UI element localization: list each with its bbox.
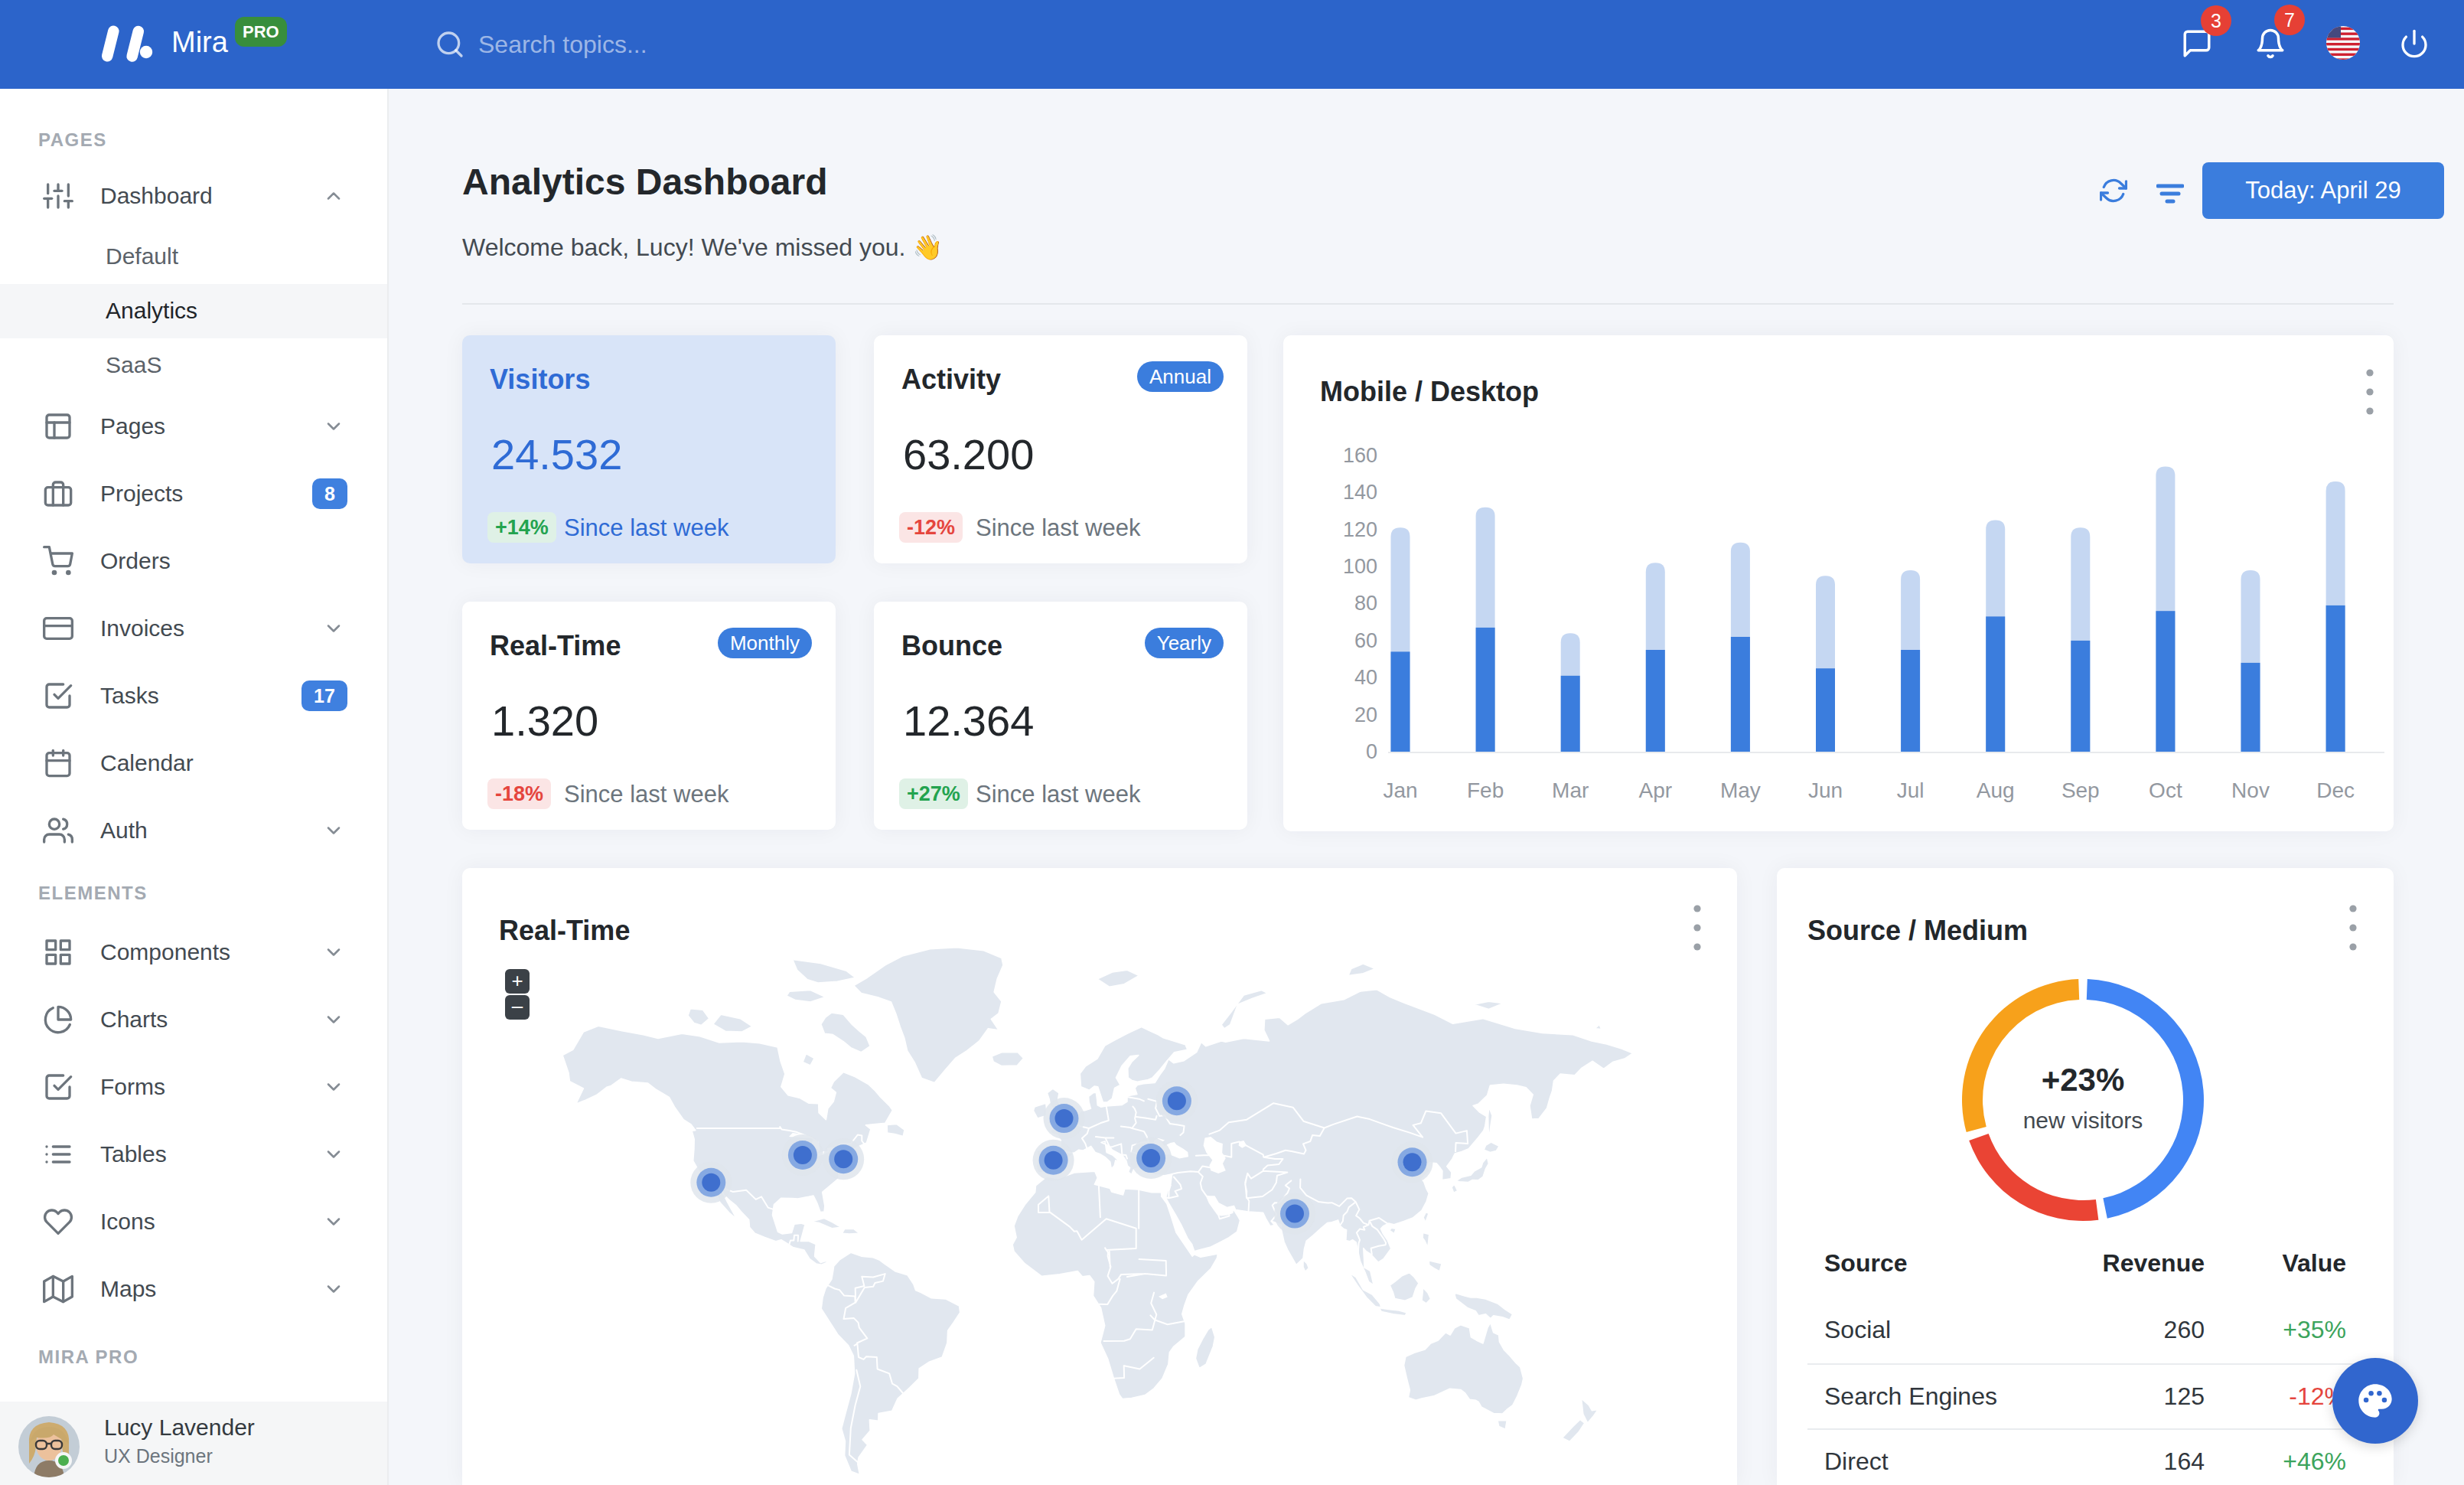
bar-chart: 0 20 40 60 80 100 120 140 160 Jan Feb Mar Apr May Jun J…	[1283, 335, 2394, 831]
icon-Projects	[43, 478, 73, 509]
icon-Maps	[43, 1274, 73, 1304]
nav-Icons[interactable]: Icons	[100, 1205, 155, 1239]
icon-palette	[2355, 1381, 2395, 1421]
icon-search	[435, 29, 465, 60]
svg-text:Sep: Sep	[2061, 778, 2100, 802]
icon-chevron-down	[323, 820, 344, 841]
svg-text:Apr: Apr	[1639, 778, 1673, 802]
card-Real-Time: Real-TimeMonthly1.320-18%Since last week	[462, 602, 836, 830]
map-zoom-out[interactable]: –	[505, 995, 530, 1020]
nav-Forms[interactable]: Forms	[100, 1070, 165, 1104]
icon-Calendar	[43, 748, 73, 778]
pill-Yearly: Yearly	[1145, 628, 1224, 658]
map-zoom-in[interactable]: +	[505, 969, 530, 994]
icon-chevron-down	[323, 1144, 344, 1165]
icon-chevron-down	[323, 1009, 344, 1030]
nav-SaaS[interactable]: SaaS	[106, 348, 161, 382]
svg-text:Jun: Jun	[1808, 778, 1843, 802]
icon-Tasks	[43, 680, 73, 711]
card-Bounce: BounceYearly12.364+27%Since last week	[874, 602, 1247, 830]
icon-Invoices	[43, 613, 73, 644]
icon-chevron-down	[323, 1076, 344, 1098]
sidebar: PAGESDashboardDefaultAnalyticsSaaSPagesP…	[0, 89, 389, 1485]
svg-text:100: 100	[1343, 555, 1377, 578]
svg-text:Feb: Feb	[1467, 778, 1504, 802]
nav-Pages[interactable]: Pages	[100, 410, 165, 443]
icon-chevron-down	[323, 1278, 344, 1300]
svg-text:Oct: Oct	[2149, 778, 2182, 802]
nav-Projects[interactable]: Projects	[100, 477, 183, 511]
logo	[100, 24, 154, 64]
icon-chevron-down	[323, 1211, 344, 1232]
svg-text:0: 0	[1366, 740, 1377, 763]
badge-Projects: 8	[312, 478, 347, 509]
pro-badge: PRO	[235, 17, 287, 47]
svg-text:Jan: Jan	[1383, 778, 1417, 802]
icon-power	[2399, 28, 2430, 59]
icon-chevron-down	[323, 942, 344, 963]
page-subtitle: Welcome back, Lucy! We've missed you. 👋	[462, 230, 943, 264]
nav-Tables[interactable]: Tables	[100, 1137, 167, 1171]
search-input[interactable]: Search topics...	[478, 29, 647, 60]
flag[interactable]	[2326, 26, 2360, 60]
icon-Dashboard	[43, 181, 73, 211]
sidebar-user: Lucy LavenderUX Designer	[0, 1402, 387, 1485]
nav-Maps[interactable]: Maps	[100, 1272, 156, 1306]
pill-Monthly: Monthly	[718, 628, 812, 658]
menu-dots	[2348, 902, 2358, 954]
nav-Calendar[interactable]: Calendar	[100, 746, 194, 780]
svg-text:May: May	[1720, 778, 1761, 802]
nav-Tasks[interactable]: Tasks	[100, 679, 159, 713]
nav-Analytics[interactable]: Analytics	[106, 294, 197, 328]
svg-text:Nov: Nov	[2231, 778, 2270, 802]
svg-text:120: 120	[1343, 518, 1377, 541]
badge-Tasks: 17	[301, 680, 347, 711]
badge-bell: 7	[2274, 5, 2305, 35]
nav-Auth[interactable]: Auth	[100, 814, 148, 847]
icon-Forms	[43, 1072, 73, 1102]
icon-Tables	[43, 1139, 73, 1170]
svg-text:40: 40	[1354, 666, 1377, 689]
navbar: MiraPROSearch topics...37	[0, 0, 2464, 89]
card-Activity: ActivityAnnual63.200-12%Since last week	[874, 335, 1247, 563]
icon-Auth	[43, 815, 73, 846]
svg-text:Aug: Aug	[1977, 778, 2015, 802]
badge-msg: 3	[2201, 5, 2231, 36]
svg-text:Jul: Jul	[1897, 778, 1925, 802]
svg-text:20: 20	[1354, 703, 1377, 726]
svg-text:160: 160	[1343, 444, 1377, 467]
nav-Default[interactable]: Default	[106, 240, 178, 273]
icon-Charts	[43, 1004, 73, 1035]
btn-today[interactable]: Today: April 29	[2202, 162, 2444, 219]
icon-chevron-up	[323, 185, 344, 207]
svg-text:60: 60	[1354, 629, 1377, 652]
nav-Charts[interactable]: Charts	[100, 1003, 168, 1036]
avatar	[18, 1416, 80, 1477]
icon-Icons	[43, 1206, 73, 1237]
icon-Pages	[43, 411, 73, 442]
icon-filter	[2156, 179, 2184, 207]
card-Visitors: Visitors24.532+14%Since last week	[462, 335, 836, 563]
svg-text:Mar: Mar	[1552, 778, 1589, 802]
icon-Components	[43, 937, 73, 968]
nav-Dashboard[interactable]: Dashboard	[100, 179, 213, 213]
icon-refresh	[2100, 177, 2127, 204]
svg-text:80: 80	[1354, 592, 1377, 615]
world-map	[462, 943, 1737, 1485]
nav-Orders[interactable]: Orders	[100, 544, 171, 578]
nav-Invoices[interactable]: Invoices	[100, 612, 184, 645]
svg-text:140: 140	[1343, 481, 1377, 504]
icon-chevron-down	[323, 618, 344, 639]
pill-Annual: Annual	[1137, 361, 1224, 392]
page-title: Analytics Dashboard	[462, 160, 827, 204]
icon-Orders	[43, 546, 73, 576]
nav-Components[interactable]: Components	[100, 935, 230, 969]
svg-text:Dec: Dec	[2316, 778, 2355, 802]
icon-chevron-down	[323, 416, 344, 437]
